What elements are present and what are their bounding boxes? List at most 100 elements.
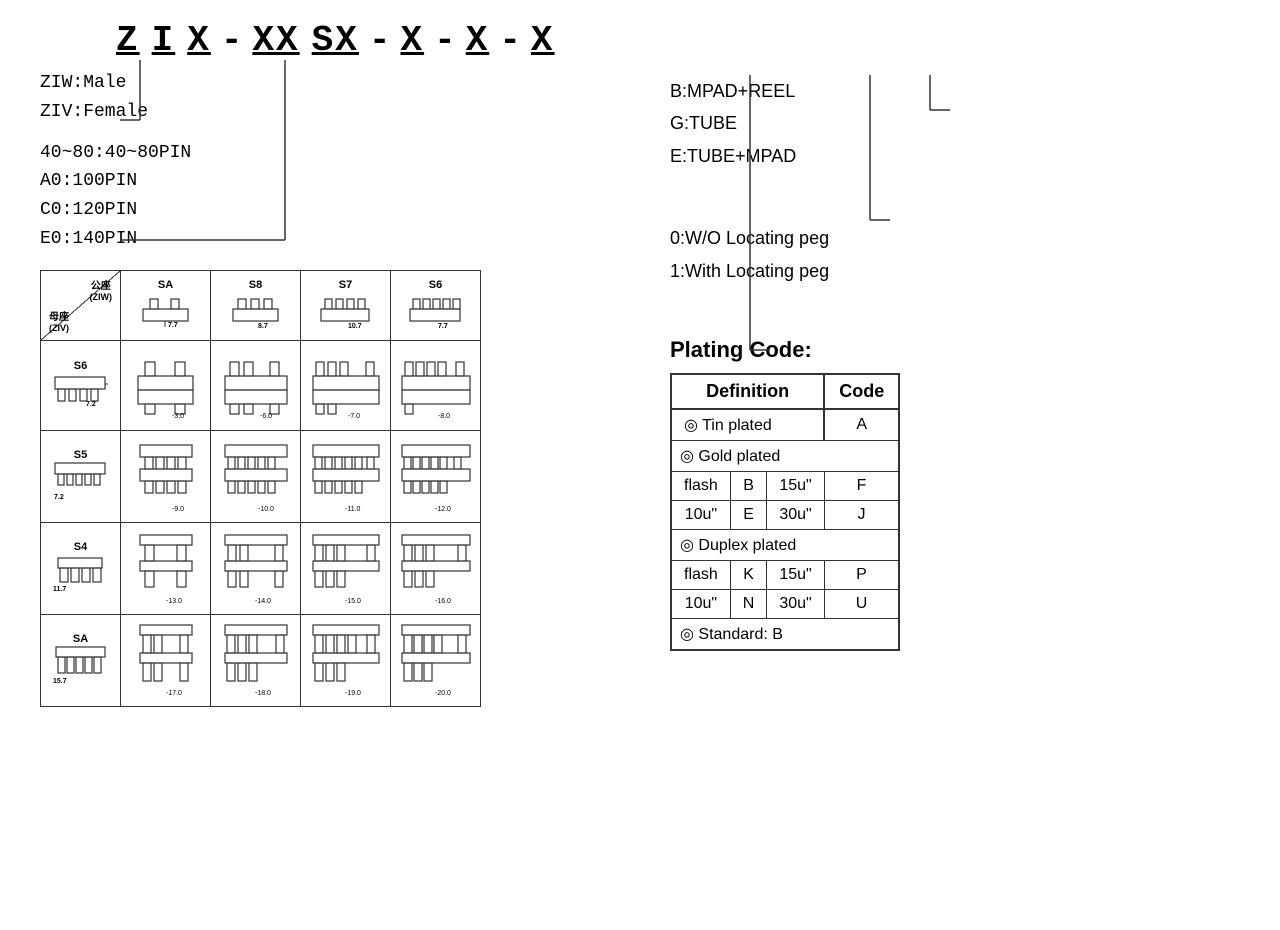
s7-header-diagram: 10.7 bbox=[318, 291, 373, 329]
connector-diagram-table: 公座(ZIW) 母座(ZIV) SA 7.7 bbox=[40, 270, 481, 707]
left-section: Z I X - XX SX - X - X - X bbox=[30, 20, 590, 910]
connector-s6-s6: -8.0 bbox=[400, 348, 472, 420]
svg-text:7.7: 7.7 bbox=[438, 323, 448, 329]
label-ziw: ZIW:Male bbox=[40, 69, 590, 98]
gold-plated-label: ◎ Gold plated bbox=[671, 440, 899, 471]
connector-sa-s4: -13.0 bbox=[130, 527, 202, 607]
cell-s8-s6: -6.0 bbox=[211, 340, 301, 430]
cell-sa-sa: -17.0 bbox=[121, 614, 211, 706]
label-b-mpad-reel: B:MPAD+REEL bbox=[670, 75, 1250, 107]
cell-s7-s4: -15.0 bbox=[301, 522, 391, 614]
corner-top-label: 公座(ZIW) bbox=[90, 277, 113, 303]
standard-row: ◎ Standard: B bbox=[671, 618, 899, 650]
duplex-15u-label: 15u" bbox=[767, 560, 824, 589]
connector-sa-s6: -3.0 bbox=[130, 348, 202, 420]
sep2: - bbox=[369, 20, 391, 61]
duplex-10u-code: N bbox=[730, 589, 767, 618]
code-i: I bbox=[152, 20, 176, 61]
code-x2: X bbox=[400, 20, 424, 61]
label-e0: E0:140PIN bbox=[40, 225, 590, 254]
label-ziv: ZIV:Female bbox=[40, 98, 590, 127]
cell-sa-s5: -9.0 bbox=[121, 430, 211, 522]
svg-text:-12.0: -12.0 bbox=[435, 506, 451, 513]
duplex-flash-code: K bbox=[730, 560, 767, 589]
cell-s7-sa: -19.0 bbox=[301, 614, 391, 706]
tin-plated-row: ◎ Tin plated A bbox=[671, 409, 899, 441]
tin-plated-code: A bbox=[824, 409, 899, 441]
sep4: - bbox=[499, 20, 521, 61]
col-header-sa: SA 7.7 bbox=[121, 270, 211, 340]
cell-sa-s6: -3.0 bbox=[121, 340, 211, 430]
label-c0: C0:120PIN bbox=[40, 196, 590, 225]
cell-s6-s6: -8.0 bbox=[391, 340, 481, 430]
sep1: - bbox=[221, 20, 243, 61]
gold-10u-label: 10u" bbox=[671, 500, 730, 529]
connector-s8-s4: -14.0 bbox=[220, 527, 292, 607]
svg-text:-3.0: -3.0 bbox=[172, 413, 184, 420]
svg-text:7.2: 7.2 bbox=[54, 494, 64, 501]
duplex-plated-label: ◎ Duplex plated bbox=[671, 529, 899, 560]
table-corner-cell: 公座(ZIW) 母座(ZIV) bbox=[41, 270, 121, 340]
sa-row-diagram: 15.7 bbox=[53, 645, 108, 685]
cell-s7-s5: -11.0 bbox=[301, 430, 391, 522]
svg-text:-17.0: -17.0 bbox=[166, 690, 182, 697]
label-g-tube: G:TUBE bbox=[670, 107, 1250, 139]
cell-s6-s4: -16.0 bbox=[391, 522, 481, 614]
table-row-sa: SA 15.7 bbox=[41, 614, 481, 706]
label-0-wo-locating: 0:W/O Locating peg bbox=[670, 222, 1250, 254]
sa-header-diagram: 7.7 bbox=[138, 291, 193, 329]
connector-s7-s4: -15.0 bbox=[310, 527, 382, 607]
svg-text:11.7: 11.7 bbox=[53, 586, 66, 593]
gold-10u-row: 10u" E 30u" J bbox=[671, 500, 899, 529]
sep3: - bbox=[434, 20, 456, 61]
packaging-group: B:MPAD+REEL G:TUBE E:TUBE+MPAD bbox=[670, 75, 1250, 172]
svg-text:-18.0: -18.0 bbox=[255, 690, 271, 697]
svg-text:-7.0: -7.0 bbox=[348, 413, 360, 420]
connector-s7-sa: -19.0 bbox=[310, 619, 382, 699]
type-label-group: ZIW:Male ZIV:Female bbox=[40, 69, 590, 127]
table-row-s6: S6 7.2 bbox=[41, 340, 481, 430]
svg-text:-14.0: -14.0 bbox=[255, 598, 271, 605]
part-number-code: Z I X - XX SX - X - X - X bbox=[110, 20, 590, 61]
connector-sa-s5: -9.0 bbox=[130, 435, 202, 515]
table-row-s5: S5 7.2 bbox=[41, 430, 481, 522]
standard-label: ◎ Standard: B bbox=[671, 618, 899, 650]
svg-text:-19.0: -19.0 bbox=[345, 690, 361, 697]
col-header-code: Code bbox=[824, 374, 899, 409]
svg-text:-20.0: -20.0 bbox=[435, 690, 451, 697]
gold-10u-code: E bbox=[730, 500, 767, 529]
duplex-10u-row: 10u" N 30u" U bbox=[671, 589, 899, 618]
connector-s6-s5: -12.0 bbox=[400, 435, 472, 515]
duplex-flash-label: flash bbox=[671, 560, 730, 589]
row-label-sa: SA 15.7 bbox=[41, 614, 121, 706]
s4-row-diagram: 11.7 bbox=[53, 553, 108, 593]
duplex-15u-code: P bbox=[824, 560, 899, 589]
right-section: B:MPAD+REEL G:TUBE E:TUBE+MPAD 0:W/O Loc… bbox=[590, 20, 1250, 910]
svg-text:-6.0: -6.0 bbox=[260, 413, 272, 420]
plating-code-table: Definition Code ◎ Tin plated A ◎ Gold pl… bbox=[670, 373, 900, 651]
code-x3: X bbox=[466, 20, 490, 61]
gold-30u-code: J bbox=[824, 500, 899, 529]
svg-text:-15.0: -15.0 bbox=[345, 598, 361, 605]
connector-s8-sa: -18.0 bbox=[220, 619, 292, 699]
diagram-table-container: 公座(ZIW) 母座(ZIV) SA 7.7 bbox=[40, 270, 590, 707]
connector-sa-sa: -17.0 bbox=[130, 619, 202, 699]
duplex-30u-label: 30u" bbox=[767, 589, 824, 618]
svg-text:7.7: 7.7 bbox=[168, 322, 178, 329]
s6-row-diagram: 7.2 bbox=[53, 372, 108, 407]
plating-code-title: Plating Code: bbox=[670, 337, 1250, 363]
connector-s6-s4: -16.0 bbox=[400, 527, 472, 607]
tin-plated-label: ◎ Tin plated bbox=[671, 409, 824, 441]
s6-header-diagram: 7.7 bbox=[408, 291, 463, 329]
col-header-s8: S8 8.7 bbox=[211, 270, 301, 340]
connector-s7-s6: -7.0 bbox=[310, 348, 382, 420]
gold-plated-header-row: ◎ Gold plated bbox=[671, 440, 899, 471]
svg-text:-16.0: -16.0 bbox=[435, 598, 451, 605]
col-header-s6: S6 7.7 bbox=[391, 270, 481, 340]
plating-code-section: Plating Code: Definition Code ◎ Tin plat… bbox=[670, 337, 1250, 651]
code-x4: X bbox=[531, 20, 555, 61]
gold-flash-code: B bbox=[730, 471, 767, 500]
svg-text:-13.0: -13.0 bbox=[166, 598, 182, 605]
svg-text:15.7: 15.7 bbox=[53, 678, 67, 685]
cell-s6-s5: -12.0 bbox=[391, 430, 481, 522]
